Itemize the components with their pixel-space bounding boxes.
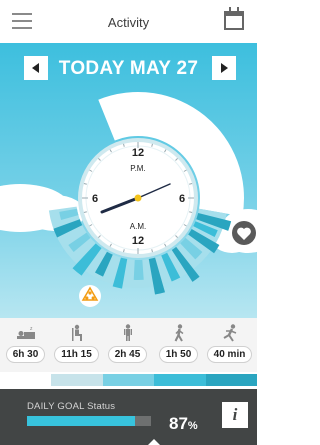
am-hour-label: 12	[132, 235, 144, 247]
strip-segment-sitting	[51, 374, 103, 386]
running-icon	[222, 324, 236, 342]
right-hour-label: 6	[179, 193, 185, 205]
date-navigation: TODAY MAY 27	[0, 56, 257, 84]
pm-label: P.M.	[130, 164, 145, 173]
page-title: Activity	[107, 15, 150, 30]
activity-color-strip	[0, 374, 258, 386]
activity-standing[interactable]: 2h 45	[102, 318, 153, 372]
next-day-button[interactable]	[212, 56, 236, 80]
info-button[interactable]: i	[222, 402, 248, 428]
am-label: A.M.	[130, 222, 146, 231]
standing-icon	[123, 324, 132, 341]
left-hour-label: 6	[92, 193, 98, 205]
activity-summary-row: z 6h 30 11h 15 2h 45 1h 50 40 min	[0, 318, 257, 372]
standing-duration: 2h 45	[107, 346, 148, 363]
walking-duration: 1h 50	[158, 346, 199, 363]
daily-goal-label: DAILY GOAL Status	[27, 401, 116, 412]
strip-segment-standing	[102, 374, 155, 386]
activity-clock-area: 12 P.M. A.M. 12 6 6 TODAY MAY 27	[0, 43, 257, 318]
triangle-right-icon	[221, 63, 228, 73]
calendar-icon[interactable]	[224, 7, 244, 30]
pm-hour-label: 12	[132, 147, 144, 159]
strip-segment-walking	[154, 374, 206, 386]
activity-sleep[interactable]: z 6h 30	[0, 318, 51, 372]
walking-icon	[174, 324, 183, 342]
activity-walking[interactable]: 1h 50	[153, 318, 204, 372]
panel-caret-icon	[148, 439, 160, 445]
warning-marker-icon[interactable]	[79, 285, 101, 307]
activity-running[interactable]: 40 min	[204, 318, 255, 372]
daily-goal-panel: DAILY GOAL Status 87% i	[0, 389, 257, 445]
svg-text:z: z	[30, 326, 33, 332]
clock-center-dot	[134, 194, 142, 202]
top-bar: Activity	[0, 0, 257, 43]
strip-segment-running	[205, 374, 258, 386]
heart-marker-icon[interactable]	[232, 221, 256, 245]
activity-dial: 12 P.M. A.M. 12 6 6	[0, 92, 257, 307]
sleep-duration: 6h 30	[5, 346, 46, 363]
daily-goal-progress-fill	[27, 416, 135, 426]
strip-segment-sleep	[0, 374, 52, 386]
sitting-icon	[71, 324, 82, 341]
daily-goal-percent: 87%	[169, 414, 198, 434]
sitting-duration: 11h 15	[54, 346, 99, 363]
sleep-icon: z	[16, 326, 35, 339]
daily-goal-percent-number: 87	[169, 414, 188, 433]
daily-goal-progress-bar	[27, 416, 151, 426]
percent-sign: %	[187, 420, 198, 432]
running-duration: 40 min	[206, 346, 253, 363]
ring-activity-bar	[133, 259, 144, 280]
activity-sitting[interactable]: 11h 15	[51, 318, 102, 372]
